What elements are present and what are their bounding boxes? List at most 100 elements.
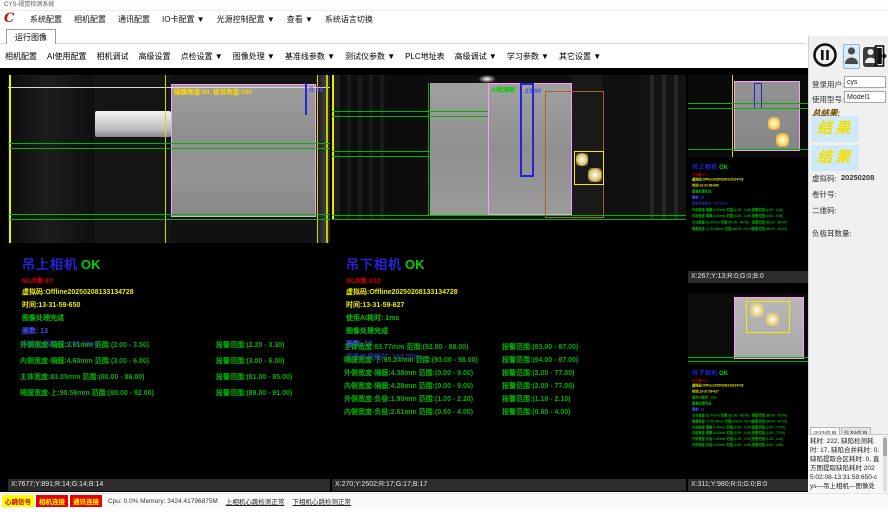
mini-bottom-camera-image[interactable] [688, 293, 808, 365]
alarm-range: 报警范围:(89.00 - 91.00) [216, 388, 292, 398]
alarm-range: 报警范围:(2.00 - 77.00) [752, 425, 785, 430]
left-pixel-status: X:7677;Y:891;R:14;G:14;B:14 [8, 479, 330, 491]
menu-bar: C 系统配置 相机配置 通讯配置 IO卡配置 ▼ 光源控制配置 ▼ 查看 ▼ 系… [0, 11, 888, 27]
photo-decor [734, 81, 800, 151]
bottom-status-bar: 心跳信号 相机连接 通讯连接 Cpu: 0.0% Memory: 3424.41… [0, 493, 888, 508]
left-time: 时间:13-31-59-650 [22, 300, 134, 310]
tb-plc-address[interactable]: PLC地址表 [400, 51, 450, 62]
measure-value: 外侧宽度-负极:1.90mm 范围:(1.00 - 2.20) [344, 394, 473, 404]
mid-process-done: 图像处理完成 [346, 326, 458, 336]
green-measure-line [8, 214, 330, 215]
alarm-range: 报警范围:(83.00 - 87.00) [752, 413, 787, 418]
alarm-range: 报警范围:(0.60 - 4.00) [502, 407, 570, 417]
mini-bottom-result-block: 吊下相机OK NG次数:0/10 虚拟码:Offline202502081331… [692, 368, 807, 449]
alarm-range: 报警范围:(0.60 - 4.00) [752, 443, 783, 448]
defect-blob [588, 168, 602, 182]
alarm-range: 报警范围:(89.00 - 91.00) [752, 227, 787, 232]
mini-ng: NG次数:0/7 [692, 172, 807, 176]
yellow-guide-line [332, 75, 334, 220]
mini-top-result-block: 吊上相机OK NG次数:0/7 虚拟码:Offline2025020813313… [692, 162, 807, 233]
pause-button[interactable] [812, 42, 838, 68]
defect-blob [766, 313, 779, 326]
mini-top-camera-image[interactable] [688, 75, 808, 157]
mid-camera-image[interactable]: AI检测框 23.60 [332, 75, 686, 220]
yellow-guide-line [326, 75, 328, 243]
mini-done: 图像处理完成 [692, 189, 807, 194]
menu-system-config[interactable]: 系统配置 [24, 14, 68, 25]
blue-measure-rect [520, 83, 534, 177]
measure-value: 主体宽度:83.77mm 范围:(82.00 - 88.00) [344, 342, 469, 352]
tb-camera-debug[interactable]: 相机调试 [92, 51, 134, 62]
alarm-range: 报警范围:(2.00 - 77.00) [752, 431, 785, 436]
tb-baseline-params[interactable]: 基准线参数 ▼ [280, 51, 340, 62]
log-scrollbar[interactable] [883, 436, 887, 492]
measure-value: 内侧宽度-隔膜:4.60mm 范围:(3.00 - 6.00) [692, 214, 751, 219]
menu-language[interactable]: 系统语言切换 [319, 14, 379, 25]
alarm-range: 报警范围:(94.00 - 97.00) [752, 419, 787, 424]
model-value[interactable] [844, 91, 886, 103]
heartbeat-badge: 心跳信号 [2, 495, 34, 507]
login-user-label: 登录用户: [812, 79, 844, 90]
menu-camera-config[interactable]: 相机配置 [68, 14, 112, 25]
menu-light-config[interactable]: 光源控制配置 ▼ [211, 14, 281, 25]
user-icon [844, 45, 859, 66]
pause-icon [812, 42, 838, 68]
neg-tab-count-label: 负极耳数量: [812, 228, 852, 239]
green-measure-line [332, 156, 430, 157]
left-turn-count: 圈数: 13 [22, 326, 134, 336]
alarm-range: 报警范围:(81.00 - 85.00) [216, 372, 292, 382]
bottom-cam-heartbeat-link[interactable]: 下相机心跳检测正常 [292, 496, 351, 506]
mini-done: 图像处理完成 [692, 401, 807, 406]
brightness-annotation: 隔膜亮值:93, 极耳亮值:100 [174, 86, 252, 96]
green-measure-line [688, 357, 808, 358]
tb-camera-config[interactable]: 相机配置 [0, 51, 42, 62]
defect-blob [576, 153, 588, 166]
alarm-range: 报警范围:(2.00 - 77.00) [502, 381, 574, 391]
top-cam-heartbeat-link[interactable]: 上相机心跳检测正常 [226, 496, 285, 506]
window-title: CYS-视觉检测系统 [4, 2, 54, 8]
measure-value: 主体宽度:83.05mm 范围:(80.00 - 86.00) [692, 220, 749, 225]
green-measure-line [332, 116, 488, 117]
blue-value-label: 23.60 [525, 88, 541, 95]
measure-value: 隔膜宽度-上:90.56mm 范围:(88.00 - 92.00) [692, 227, 754, 232]
login-user-value[interactable] [844, 76, 886, 88]
exit-button[interactable] [874, 44, 888, 68]
tb-advanced-debug[interactable]: 高级调试 ▼ [450, 51, 502, 62]
mini-time: 时间:13-31-59-650 [692, 183, 807, 188]
model-label: 使用型号: [812, 94, 844, 105]
tb-ai-config[interactable]: AI使用配置 [42, 51, 92, 62]
mid-camera-ok: OK [405, 257, 425, 272]
defect-blob [750, 303, 764, 317]
left-result-block: 吊上相机OK NG次数:0/7 虚拟码:Offline2025020813313… [22, 254, 134, 352]
log-scrollbar-thumb[interactable] [883, 438, 887, 456]
app-logo-icon: C [4, 12, 19, 26]
measure-value: 外侧宽度-隔膜:4.38mm 范围:(0.00 - 9.00) [692, 425, 751, 430]
log-panel[interactable]: 耗时: 222, 缺陷检测耗时: 17, 缺陷合并耗时: 0, 缺陷提取合区耗时… [808, 434, 888, 492]
photo-decor [94, 75, 171, 243]
menu-io-config[interactable]: IO卡配置 ▼ [156, 14, 211, 25]
green-measure-line [688, 149, 808, 150]
tb-advanced-settings[interactable]: 高级设置 [134, 51, 176, 62]
tb-spot-check[interactable]: 点检设置 ▼ [176, 51, 228, 62]
yellow-guide-line [317, 75, 318, 243]
tb-tester-params[interactable]: 测试仪参数 ▼ [340, 51, 400, 62]
green-measure-line [8, 148, 330, 149]
alarm-range: 报警范围:(3.00 - 6.00) [216, 356, 284, 366]
mini-camera-title: 吊上相机 [692, 163, 718, 170]
menu-view[interactable]: 查看 ▼ [281, 14, 319, 25]
blue-value-label: R:66 [309, 87, 323, 94]
menu-comm-config[interactable]: 通讯配置 [112, 14, 156, 25]
defect-blob [776, 133, 789, 147]
virtual-code-value: 20250208 [841, 173, 874, 182]
alarm-range: 报警范围:(1.10 - 2.10) [502, 394, 570, 404]
tb-other-settings[interactable]: 其它设置 ▼ [554, 51, 606, 62]
login-user-button[interactable] [843, 44, 860, 69]
result-display-1: 结果 [811, 116, 859, 142]
left-camera-image[interactable]: 隔膜亮值:93, 极耳亮值:100 R:66 [8, 75, 330, 243]
tb-image-process[interactable]: 图像处理 ▼ [228, 51, 280, 62]
camera-connect-badge: 相机连接 [36, 495, 68, 507]
left-virtual-code: 虚拟码:Offline20250208133134728 [22, 287, 134, 297]
tb-learning-params[interactable]: 学习参数 ▼ [502, 51, 554, 62]
blue-measure-rect [754, 83, 762, 109]
photo-highlight [478, 75, 496, 83]
